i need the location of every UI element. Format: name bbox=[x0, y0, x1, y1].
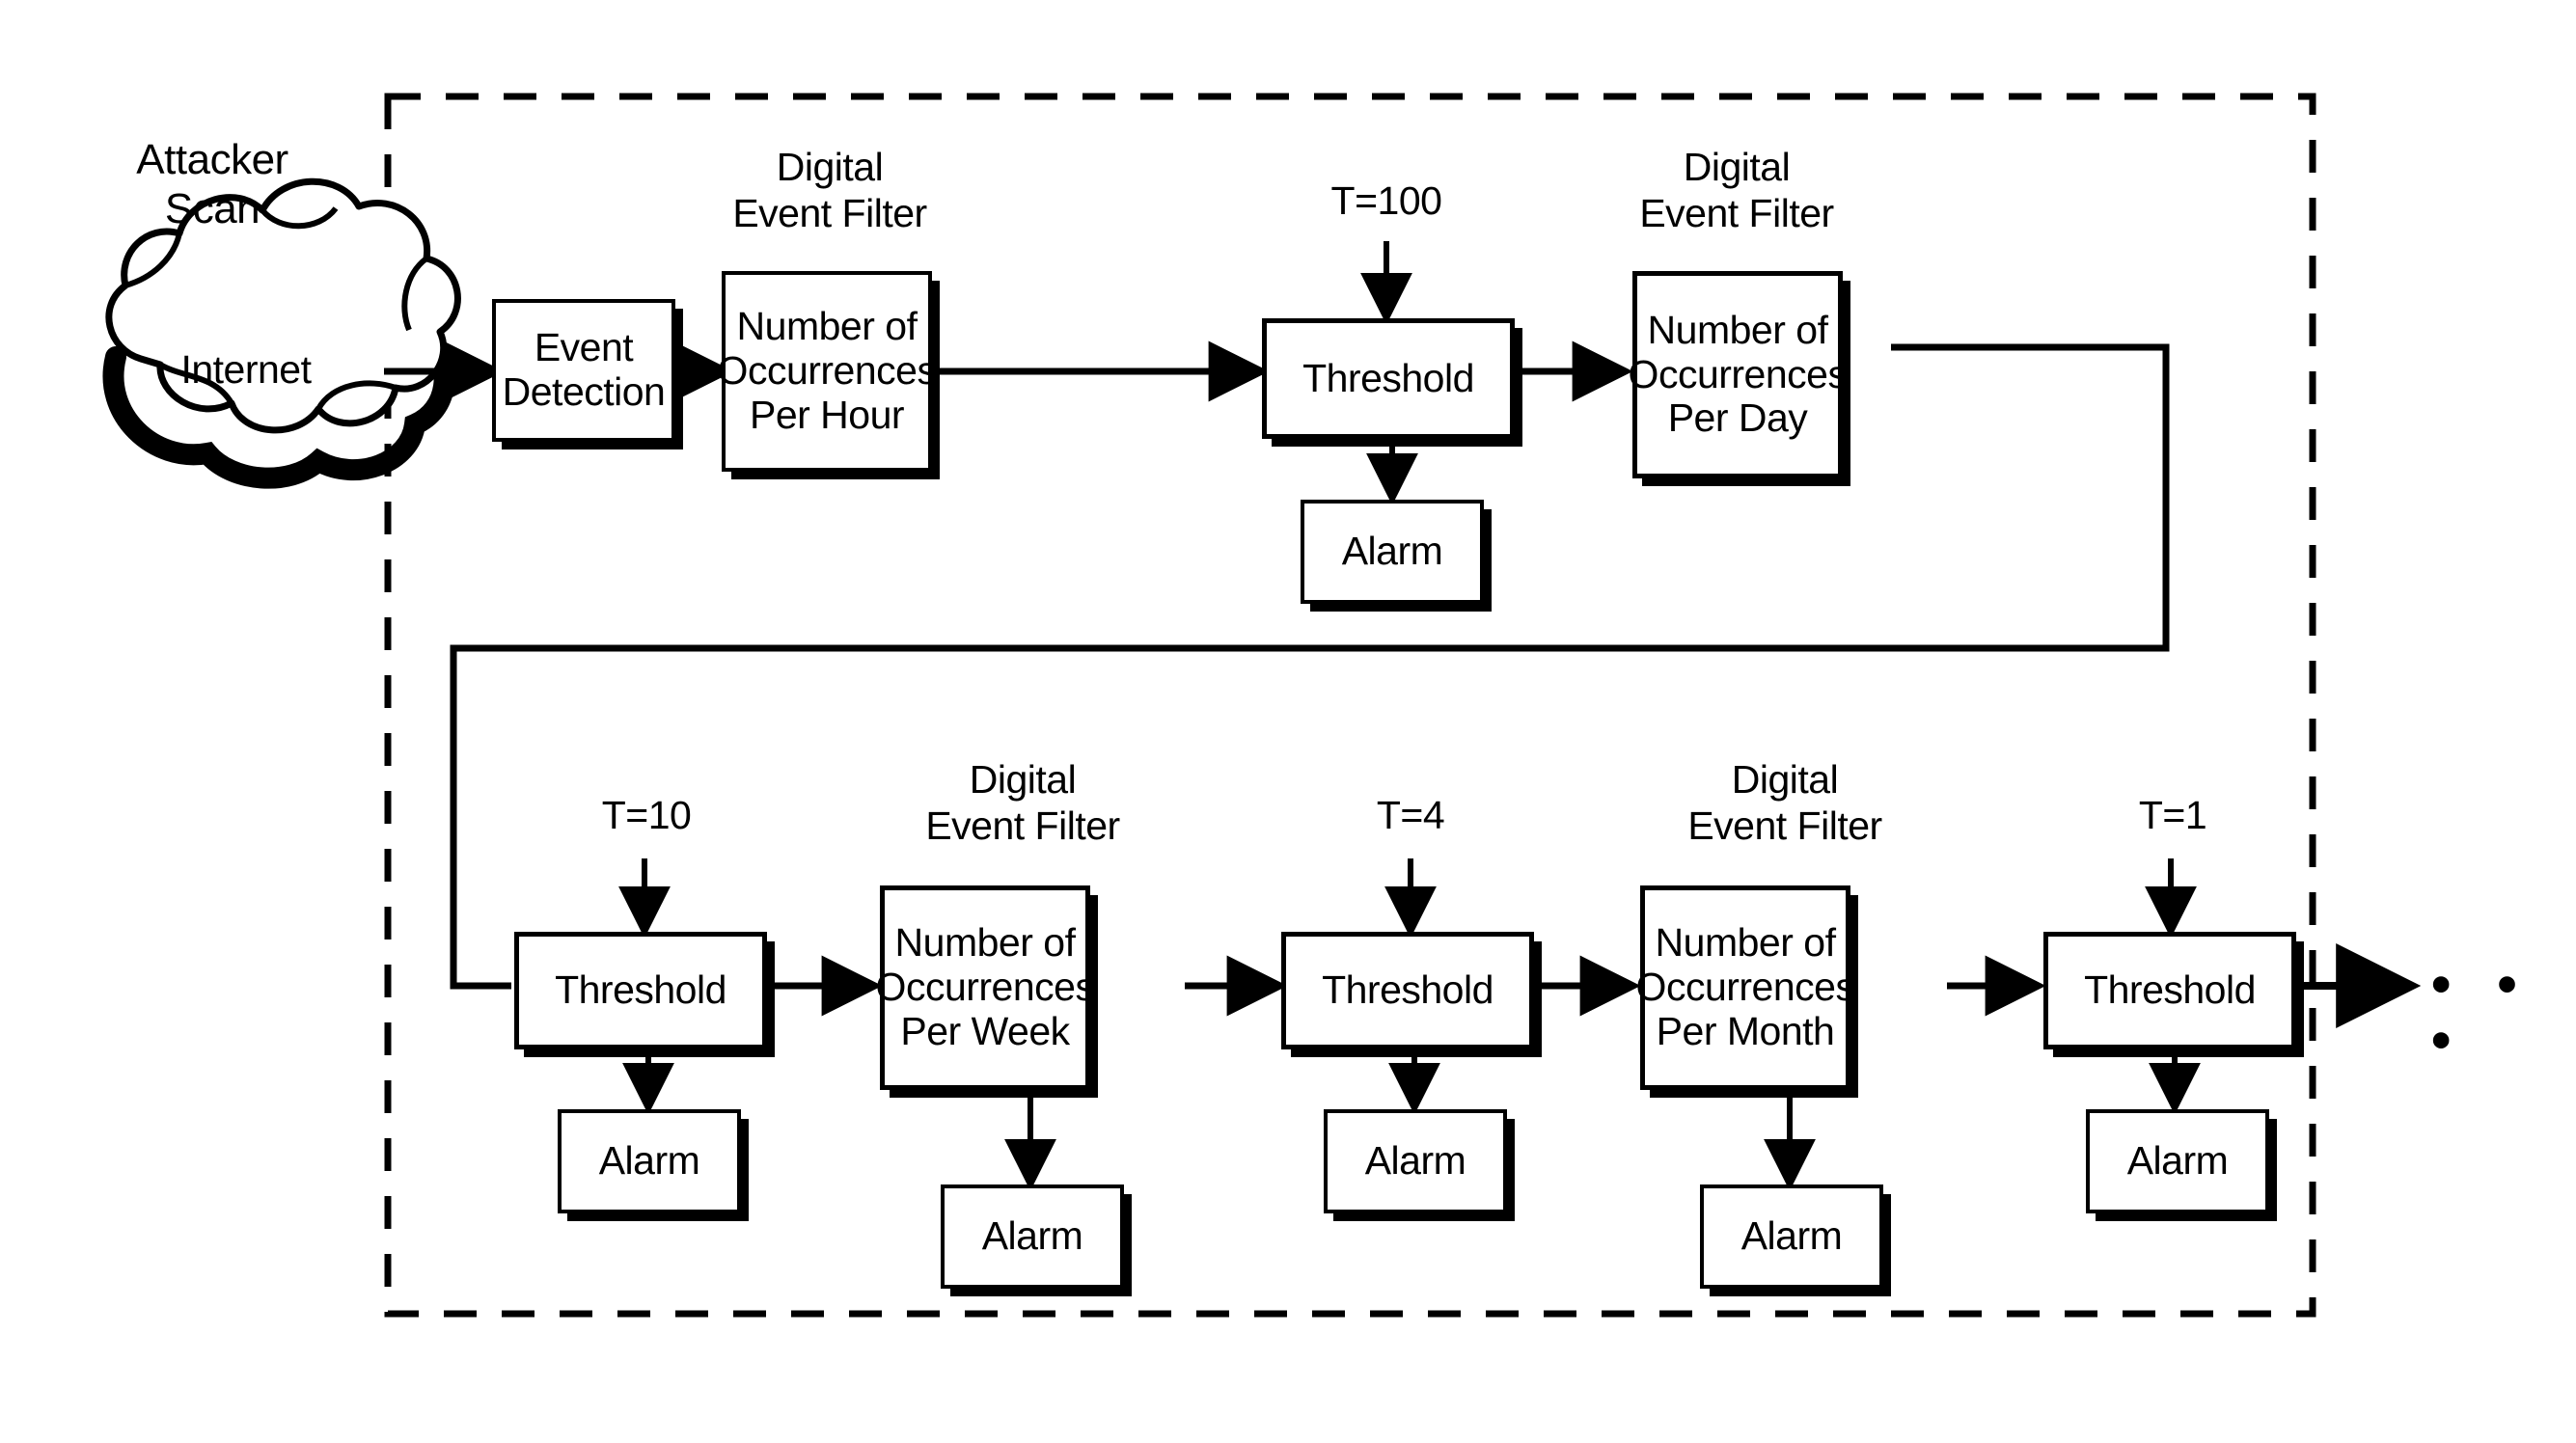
filter-occurrences-per-day-box[interactable]: Number of Occurrences Per Day bbox=[1629, 271, 1848, 478]
internet-label: Internet bbox=[180, 347, 312, 392]
threshold-4-value-label: T=4 bbox=[1376, 793, 1445, 837]
threshold-4-box[interactable]: Threshold bbox=[1281, 932, 1534, 1049]
continuation-ellipsis: • • • bbox=[2431, 953, 2533, 1072]
alarm-10-box[interactable]: Alarm bbox=[558, 1109, 741, 1213]
threshold-100-box[interactable]: Threshold bbox=[1262, 318, 1515, 439]
alarm-month-box[interactable]: Alarm bbox=[1700, 1184, 1883, 1289]
digital-event-filter-caption-week: Digital Event Filter bbox=[925, 757, 1120, 848]
threshold-100-value-label: T=100 bbox=[1330, 178, 1442, 223]
filter-occurrences-per-hour-box[interactable]: Number of Occurrences Per Hour bbox=[718, 271, 937, 472]
threshold-10-box[interactable]: Threshold bbox=[514, 932, 767, 1049]
figure-canvas: Attacker Scan Internet Event Detection D… bbox=[0, 0, 2576, 1443]
digital-event-filter-caption-hour: Digital Event Filter bbox=[732, 145, 927, 235]
event-detection-box[interactable]: Event Detection bbox=[492, 299, 675, 442]
threshold-1-value-label: T=1 bbox=[2138, 793, 2207, 837]
alarm-1-box[interactable]: Alarm bbox=[2086, 1109, 2269, 1213]
digital-event-filter-caption-month: Digital Event Filter bbox=[1687, 757, 1882, 848]
alarm-4-box[interactable]: Alarm bbox=[1324, 1109, 1507, 1213]
alarm-100-box[interactable]: Alarm bbox=[1301, 500, 1484, 604]
filter-occurrences-per-week-box[interactable]: Number of Occurrences Per Week bbox=[876, 885, 1095, 1090]
alarm-week-box[interactable]: Alarm bbox=[941, 1184, 1124, 1289]
filter-occurrences-per-month-box[interactable]: Number of Occurrences Per Month bbox=[1636, 885, 1855, 1090]
digital-event-filter-caption-day: Digital Event Filter bbox=[1639, 145, 1834, 235]
threshold-10-value-label: T=10 bbox=[601, 793, 692, 837]
edge-filter-day-feedback-loop bbox=[450, 343, 2170, 990]
attacker-scan-label: Attacker Scan bbox=[136, 136, 288, 233]
threshold-1-box[interactable]: Threshold bbox=[2043, 932, 2296, 1049]
